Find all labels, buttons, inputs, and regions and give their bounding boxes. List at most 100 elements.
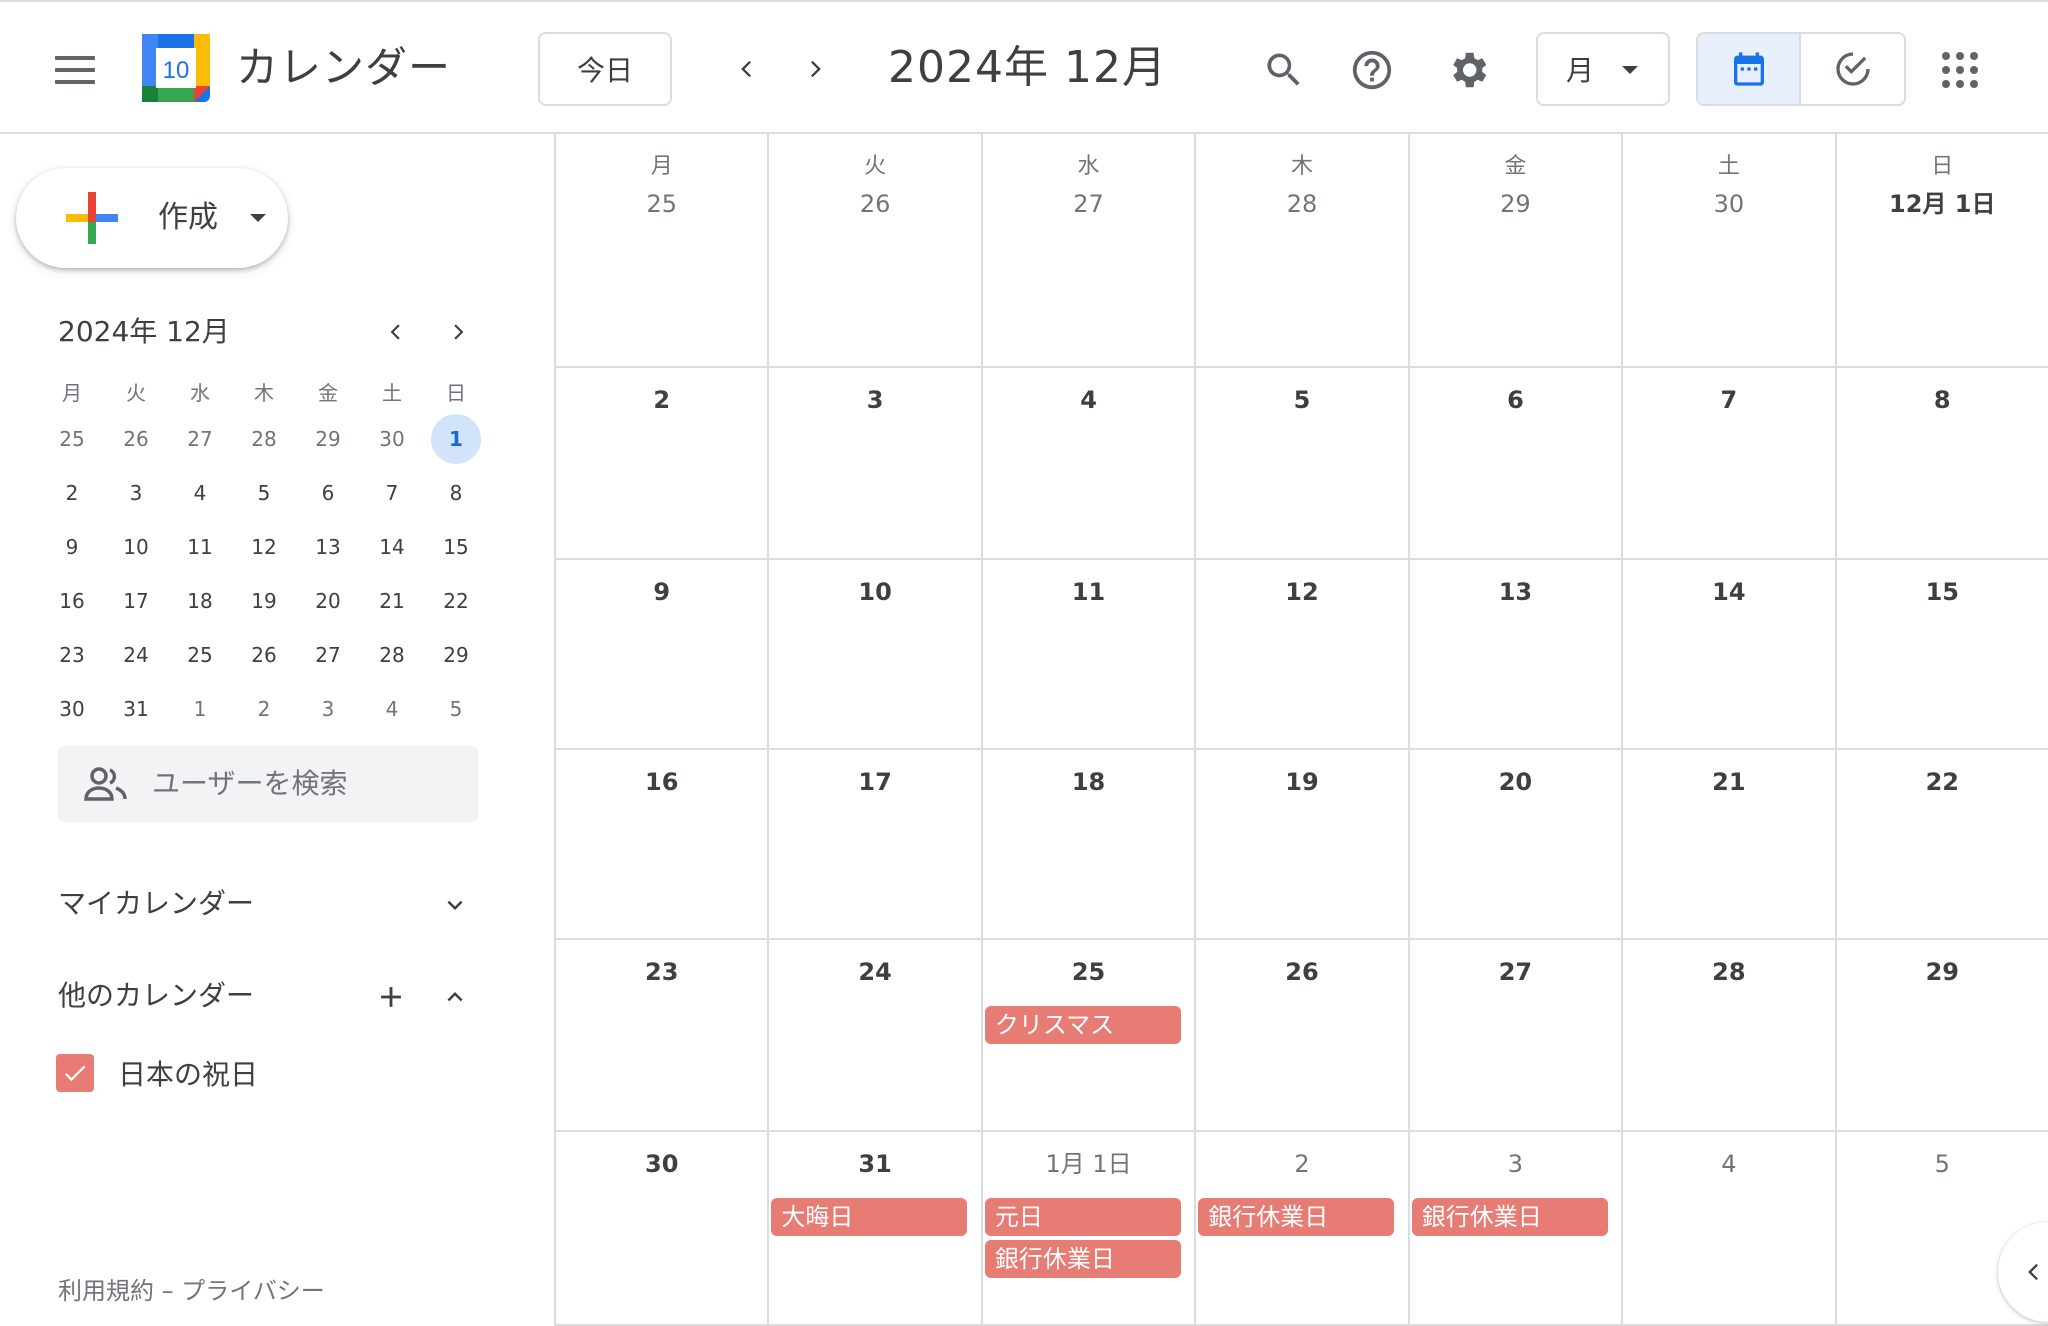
day-cell[interactable]: 4 (1623, 1132, 1837, 1324)
day-cell[interactable]: 22 (1837, 750, 2048, 938)
day-cell[interactable]: 金 29 (1410, 134, 1624, 366)
day-number[interactable]: 14 (1623, 576, 1834, 608)
calendar-view-toggle[interactable] (1698, 34, 1802, 104)
checkbox-icon[interactable] (56, 1054, 94, 1092)
day-cell[interactable]: 19 (1196, 750, 1410, 938)
day-cell[interactable]: 10 (769, 560, 983, 748)
day-cell[interactable]: 火 26 (769, 134, 983, 366)
mini-calendar-day[interactable]: 30 (360, 414, 424, 464)
mini-calendar-day[interactable]: 12 (232, 522, 296, 572)
day-number[interactable]: 11 (983, 576, 1194, 608)
day-cell[interactable]: 2 銀行休業日 (1196, 1132, 1410, 1324)
today-button[interactable]: 今日 (538, 32, 672, 106)
other-calendars-section-header[interactable]: 他のカレンダー (58, 972, 478, 1022)
day-cell[interactable]: 3 (769, 368, 983, 558)
day-number[interactable]: 22 (1837, 766, 2048, 798)
day-cell[interactable]: 3 銀行休業日 (1410, 1132, 1624, 1324)
day-cell[interactable]: 17 (769, 750, 983, 938)
mini-calendar-day[interactable]: 28 (232, 414, 296, 464)
day-number[interactable]: 17 (769, 766, 980, 798)
mini-calendar-day[interactable]: 3 (296, 684, 360, 734)
mini-calendar-day[interactable]: 2 (232, 684, 296, 734)
day-cell[interactable]: 21 (1623, 750, 1837, 938)
day-cell[interactable]: 月 25 (556, 134, 770, 366)
mini-calendar-day[interactable]: 21 (360, 576, 424, 626)
day-number[interactable]: 5 (1196, 384, 1407, 416)
day-cell[interactable]: 27 (1410, 940, 1624, 1130)
mini-calendar-day[interactable]: 14 (360, 522, 424, 572)
day-cell[interactable]: 31 大晦日 (769, 1132, 983, 1324)
mini-calendar-day[interactable]: 7 (360, 468, 424, 518)
day-cell[interactable]: 1月 1日 元日 銀行休業日 (983, 1132, 1197, 1324)
day-number[interactable]: 27 (1410, 956, 1621, 988)
day-number[interactable]: 30 (1623, 188, 1834, 220)
mini-calendar-day[interactable]: 24 (104, 630, 168, 680)
terms-privacy-links[interactable]: 利用規約 – プライバシー (58, 1274, 325, 1308)
mini-calendar-day[interactable]: 26 (232, 630, 296, 680)
day-cell[interactable]: 29 (1837, 940, 2048, 1130)
mini-calendar-day[interactable]: 4 (168, 468, 232, 518)
mini-calendar-day[interactable]: 6 (296, 468, 360, 518)
day-cell[interactable]: 12 (1196, 560, 1410, 748)
day-number[interactable]: 12 (1196, 576, 1407, 608)
mini-calendar-day[interactable]: 28 (360, 630, 424, 680)
mini-calendar-day[interactable]: 4 (360, 684, 424, 734)
mini-calendar-day[interactable]: 5 (424, 684, 488, 734)
day-cell[interactable]: 8 (1837, 368, 2048, 558)
settings-button[interactable] (1438, 40, 1498, 100)
day-cell[interactable]: 28 (1623, 940, 1837, 1130)
mini-calendar-day[interactable]: 20 (296, 576, 360, 626)
mini-calendar-day[interactable]: 23 (40, 630, 104, 680)
day-cell[interactable]: 5 (1196, 368, 1410, 558)
day-number[interactable]: 10 (769, 576, 980, 608)
mini-calendar-day[interactable]: 1 (168, 684, 232, 734)
mini-calendar-day[interactable]: 18 (168, 576, 232, 626)
day-cell[interactable]: 25 クリスマス (983, 940, 1197, 1130)
mini-calendar-day[interactable]: 29 (424, 630, 488, 680)
create-button[interactable]: 作成 (16, 168, 288, 268)
day-number[interactable]: 25 (556, 188, 767, 220)
day-number[interactable]: 12月 1日 (1837, 188, 2048, 220)
day-number[interactable]: 13 (1410, 576, 1621, 608)
day-number[interactable]: 7 (1623, 384, 1834, 416)
my-calendars-section-header[interactable]: マイカレンダー (58, 880, 478, 930)
mini-calendar-day[interactable]: 19 (232, 576, 296, 626)
mini-calendar-day[interactable]: 25 (168, 630, 232, 680)
event-chip[interactable]: 銀行休業日 (984, 1240, 1181, 1278)
apps-grid-icon[interactable] (1930, 40, 1990, 100)
day-number[interactable]: 31 (769, 1148, 980, 1180)
day-number[interactable]: 20 (1410, 766, 1621, 798)
day-number[interactable]: 23 (556, 956, 767, 988)
day-number[interactable]: 5 (1837, 1148, 2048, 1180)
day-number[interactable]: 28 (1196, 188, 1407, 220)
calendar-item-japanese-holidays[interactable]: 日本の祝日 (56, 1052, 258, 1094)
chevron-down-icon[interactable] (440, 890, 470, 920)
day-cell[interactable]: 土 30 (1623, 134, 1837, 366)
day-number[interactable]: 26 (1196, 956, 1407, 988)
day-cell[interactable]: 水 27 (983, 134, 1197, 366)
day-number[interactable]: 27 (983, 188, 1194, 220)
day-number[interactable]: 8 (1837, 384, 2048, 416)
day-cell[interactable]: 木 28 (1196, 134, 1410, 366)
day-number[interactable]: 26 (769, 188, 980, 220)
day-cell[interactable]: 23 (556, 940, 770, 1130)
day-cell[interactable]: 6 (1410, 368, 1624, 558)
day-cell[interactable]: 2 (556, 368, 770, 558)
day-cell[interactable]: 15 (1837, 560, 2048, 748)
chevron-up-icon[interactable] (440, 982, 470, 1012)
mini-calendar-day[interactable]: 5 (232, 468, 296, 518)
search-button[interactable] (1254, 40, 1314, 100)
mini-calendar-day[interactable]: 22 (424, 576, 488, 626)
mini-calendar-prev-button[interactable] (376, 312, 416, 352)
mini-calendar-day[interactable]: 31 (104, 684, 168, 734)
day-number[interactable]: 9 (556, 576, 767, 608)
day-number[interactable]: 28 (1623, 956, 1834, 988)
day-number[interactable]: 4 (1623, 1148, 1834, 1180)
mini-calendar-day[interactable]: 30 (40, 684, 104, 734)
day-number[interactable]: 4 (983, 384, 1194, 416)
day-number[interactable]: 29 (1837, 956, 2048, 988)
day-number[interactable]: 15 (1837, 576, 2048, 608)
day-number[interactable]: 24 (769, 956, 980, 988)
mini-calendar-day[interactable]: 3 (104, 468, 168, 518)
day-cell[interactable]: 13 (1410, 560, 1624, 748)
